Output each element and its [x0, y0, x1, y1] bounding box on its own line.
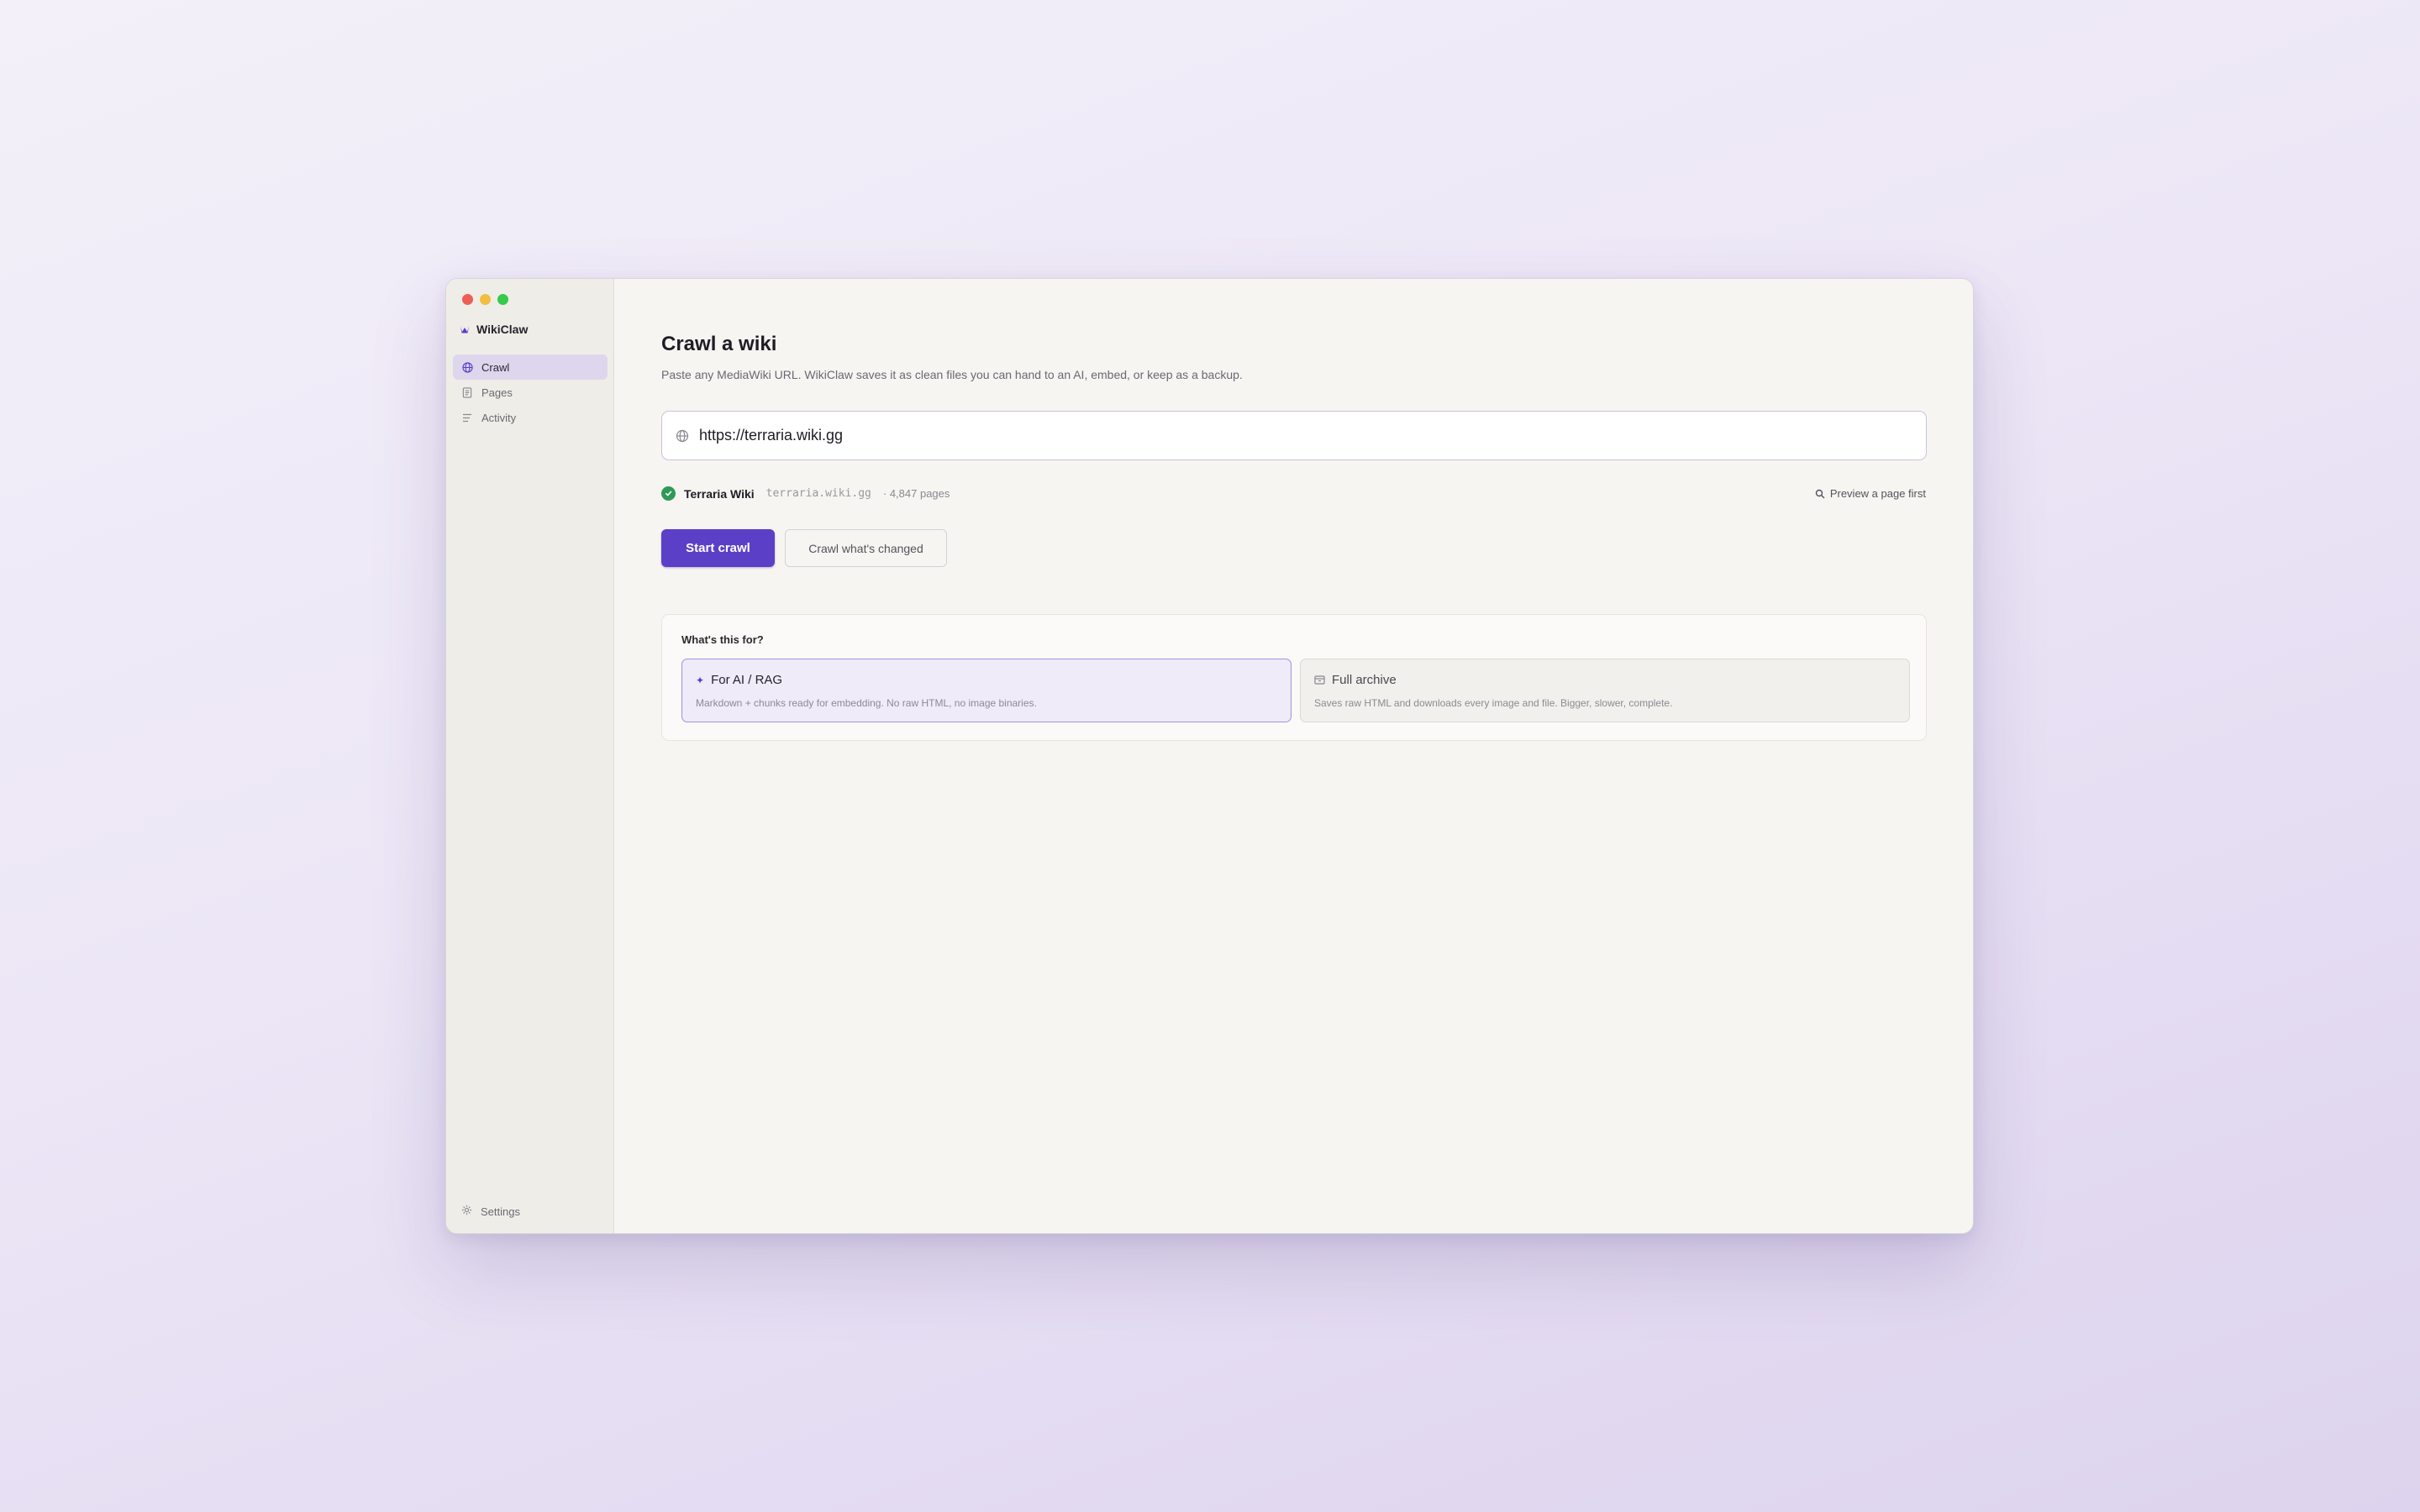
app-brand: WikiClaw — [460, 323, 528, 336]
wiki-detected-status: Terraria Wiki terraria.wiki.gg · 4,847 p… — [661, 486, 950, 501]
crawl-changed-button[interactable]: Crawl what's changed — [785, 529, 947, 567]
zoom-window-button[interactable] — [497, 294, 508, 305]
close-window-button[interactable] — [462, 294, 473, 305]
sidebar-item-crawl[interactable]: Crawl — [453, 354, 608, 380]
main-content: Crawl a wiki Paste any MediaWiki URL. Wi… — [614, 279, 1973, 1233]
option-full-archive[interactable]: Full archive Saves raw HTML and download… — [1300, 659, 1910, 722]
page-subtitle: Paste any MediaWiki URL. WikiClaw saves … — [661, 368, 1243, 381]
option-title: For AI / RAG — [711, 673, 783, 687]
window-controls — [462, 294, 508, 305]
purpose-panel: What's this for? ✦ For AI / RAG Markdown… — [661, 614, 1927, 741]
sidebar-item-label: Pages — [481, 386, 513, 399]
claw-logo-icon — [460, 326, 469, 333]
settings-label: Settings — [481, 1205, 520, 1218]
option-title: Full archive — [1332, 673, 1397, 687]
sidebar-nav: Crawl Pages Activity — [453, 354, 608, 430]
start-crawl-button[interactable]: Start crawl — [661, 529, 775, 567]
sidebar: WikiClaw Crawl Pages Activity Settings — [446, 279, 614, 1233]
option-header: ✦ For AI / RAG — [696, 673, 1277, 687]
sidebar-item-activity[interactable]: Activity — [453, 405, 608, 430]
minimize-window-button[interactable] — [480, 294, 491, 305]
wiki-name: Terraria Wiki — [684, 486, 755, 501]
purpose-label: What's this for? — [681, 633, 764, 646]
preview-page-link[interactable]: Preview a page first — [1815, 487, 1926, 500]
app-name: WikiClaw — [476, 323, 529, 336]
gear-icon — [461, 1205, 472, 1218]
wiki-page-count: · 4,847 pages — [882, 487, 950, 500]
option-ai-rag[interactable]: ✦ For AI / RAG Markdown + chunks ready f… — [681, 659, 1292, 722]
page-title: Crawl a wiki — [661, 333, 777, 355]
archive-icon — [1314, 675, 1325, 685]
globe-icon — [461, 361, 473, 373]
option-header: Full archive — [1314, 673, 1896, 687]
check-circle-icon — [661, 486, 676, 501]
sidebar-item-pages[interactable]: Pages — [453, 380, 608, 405]
wiki-domain: terraria.wiki.gg — [765, 487, 871, 500]
option-description: Saves raw HTML and downloads every image… — [1314, 697, 1673, 709]
option-description: Markdown + chunks ready for embedding. N… — [696, 697, 1037, 709]
list-icon — [461, 412, 473, 423]
url-input[interactable] — [699, 412, 1926, 459]
preview-label: Preview a page first — [1829, 487, 1926, 500]
sparkle-icon: ✦ — [696, 674, 705, 686]
document-icon — [461, 386, 473, 398]
url-field — [661, 411, 1927, 460]
app-window: WikiClaw Crawl Pages Activity Settings C… — [445, 278, 1974, 1234]
sidebar-item-settings[interactable]: Settings — [461, 1205, 520, 1218]
sidebar-item-label: Activity — [481, 411, 517, 424]
sidebar-item-label: Crawl — [481, 360, 510, 374]
globe-icon — [676, 429, 689, 442]
search-icon — [1815, 489, 1825, 498]
